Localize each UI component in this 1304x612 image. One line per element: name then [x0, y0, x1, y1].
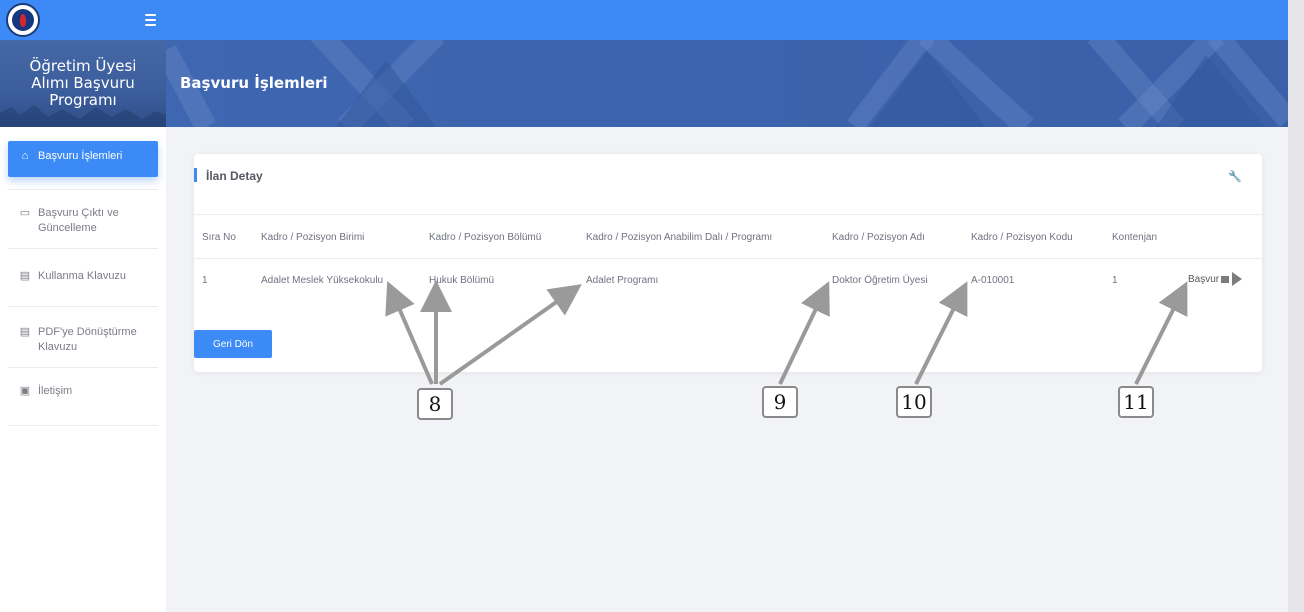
sidebar-item-label: PDF'ye Dönüştürme Klavuzu — [38, 326, 137, 353]
column-header-bolum: Kadro / Pozisyon Bölümü — [429, 232, 542, 243]
card-accent-bar — [194, 168, 197, 182]
sidebar-divider — [8, 177, 158, 190]
app-title: Öğretim Üyesi Alımı Başvuru Programı — [0, 58, 166, 109]
table-header-divider — [194, 258, 1262, 259]
sidebar-item-label: Başvuru İşlemleri — [38, 150, 123, 162]
application-window: Öğretim Üyesi Alımı Başvuru Programı ⌂ B… — [0, 0, 1288, 612]
annotation-label-10: 10 — [896, 386, 932, 418]
contact-card-icon: ▣ — [19, 385, 31, 397]
ilan-detay-card: İlan Detay 🔧 Sıra No Kadro / Pozisyon Bi… — [194, 154, 1262, 372]
book-icon: ▤ — [19, 270, 31, 282]
university-logo-icon[interactable] — [6, 3, 40, 37]
page-gutter — [1288, 0, 1304, 612]
cell-birim: Adalet Meslek Yüksekokulu — [261, 275, 384, 286]
print-icon: ▭ — [19, 207, 31, 219]
cell-kontenjan: 1 — [1112, 275, 1118, 286]
annotation-label-11: 11 — [1118, 386, 1154, 418]
wrench-icon[interactable]: 🔧 — [1228, 170, 1242, 183]
sidebar-item-basvuru-islemleri[interactable]: ⌂ Başvuru İşlemleri — [8, 141, 158, 177]
cell-sira-no: 1 — [202, 275, 208, 286]
column-header-pozisyon-adi: Kadro / Pozisyon Adı — [832, 232, 925, 243]
app-title-line: Öğretim Üyesi — [29, 57, 137, 75]
page-header: Başvuru İşlemleri — [166, 40, 1288, 127]
sidebar-item-kullanma-klavuzu[interactable]: ▤ Kullanma Klavuzu — [8, 249, 158, 307]
header-pattern — [166, 40, 1288, 127]
app-title-line: Alımı Başvuru — [31, 74, 135, 92]
sidebar-brand: Öğretim Üyesi Alımı Başvuru Programı — [0, 40, 166, 127]
annotation-label-9: 9 — [762, 386, 798, 418]
sidebar-item-label: İletişim — [38, 385, 73, 397]
sidebar-item-label: Başvuru Çıktı ve Güncelleme — [38, 207, 119, 234]
hamburger-icon[interactable] — [145, 11, 161, 29]
back-button[interactable]: Geri Dön — [194, 330, 272, 358]
cell-anabilim-dali: Adalet Programı — [586, 275, 659, 286]
sidebar-item-label: Kullanma Klavuzu — [38, 270, 127, 282]
apply-label: Başvur — [1188, 273, 1220, 285]
sidebar-item-pdf-klavuzu[interactable]: ▤ PDF'ye Dönüştürme Klavuzu — [8, 307, 158, 368]
column-header-birim: Kadro / Pozisyon Birimi — [261, 232, 365, 243]
page-title: Başvuru İşlemleri — [180, 74, 328, 92]
table-top-divider — [194, 214, 1262, 215]
column-header-kontenjan: Kontenjan — [1112, 232, 1158, 243]
app-title-line: Programı — [49, 91, 117, 109]
column-header-anabilim-dali: Kadro / Pozisyon Anabilim Dalı / Program… — [586, 232, 773, 243]
cell-bolum: Hukuk Bölümü — [429, 275, 495, 286]
sidebar: Öğretim Üyesi Alımı Başvuru Programı ⌂ B… — [0, 40, 166, 612]
cell-pozisyon-adi: Doktor Öğretim Üyesi — [832, 275, 928, 286]
arrow-right-icon — [1221, 272, 1243, 286]
column-header-pozisyon-kodu: Kadro / Pozisyon Kodu — [971, 232, 1073, 243]
annotation-label-8: 8 — [417, 388, 453, 420]
top-navbar — [0, 0, 1288, 40]
sidebar-nav: ⌂ Başvuru İşlemleri ▭ Başvuru Çıktı ve G… — [8, 141, 158, 426]
card-title: İlan Detay — [206, 169, 263, 183]
sidebar-item-iletisim[interactable]: ▣ İletişim — [8, 368, 158, 426]
sidebar-item-basvuru-cikti[interactable]: ▭ Başvuru Çıktı ve Güncelleme — [8, 190, 158, 249]
cell-pozisyon-kodu: A-010001 — [971, 275, 1015, 286]
card-header: İlan Detay 🔧 — [194, 154, 1262, 198]
column-header-sira-no: Sıra No — [202, 232, 236, 243]
home-icon: ⌂ — [21, 150, 29, 162]
apply-link[interactable]: Başvur — [1188, 272, 1243, 286]
book-icon: ▤ — [19, 326, 31, 338]
